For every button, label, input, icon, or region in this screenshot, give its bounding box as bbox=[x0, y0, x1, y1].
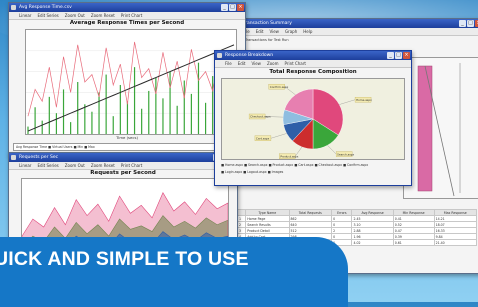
toolbar-item[interactable]: Zoom Reset bbox=[91, 162, 115, 169]
toolbar-item[interactable]: Print Chart bbox=[121, 162, 142, 169]
pie-plot: Home.aspx Search.aspx Product.aspx Cart.asp… bbox=[221, 78, 405, 160]
close-icon[interactable]: × bbox=[237, 4, 244, 11]
response-breakdown-titlebar[interactable]: Response Breakdown _ □ × bbox=[215, 51, 411, 60]
menu-item[interactable]: Help bbox=[303, 28, 312, 35]
requests-title: Requests per Sec bbox=[19, 155, 59, 160]
toolbar-item[interactable]: Print Chart bbox=[121, 12, 142, 19]
avg-response-chart-title: Average Response Times per Second bbox=[69, 20, 185, 26]
minimize-icon[interactable]: _ bbox=[221, 4, 228, 11]
requests-chart-title: Requests per Second bbox=[90, 170, 156, 176]
toolbar-item[interactable]: Zoom Reset bbox=[91, 12, 115, 19]
requests-titlebar[interactable]: Requests per Sec _□× bbox=[9, 153, 237, 162]
pie-chart-svg: Home.aspx Search.aspx Product.aspx Cart.asp… bbox=[248, 83, 372, 159]
toolbar-item[interactable]: Linear bbox=[19, 12, 31, 19]
menu-item[interactable]: Zoom bbox=[267, 60, 279, 67]
avg-response-toolbar: Linear Edit Series Zoom Out Zoom Reset P… bbox=[9, 12, 245, 20]
avg-response-titlebar[interactable]: Avg Response Time.csv _ □ × bbox=[9, 3, 245, 12]
slice-label: Cart.aspx bbox=[256, 136, 270, 140]
avg-response-plot bbox=[25, 29, 237, 135]
pie-chart-title: Total Response Composition bbox=[269, 69, 357, 75]
transaction-menu: File Edit View Graph Help bbox=[233, 28, 478, 36]
toolbar-item[interactable]: Edit Series bbox=[37, 12, 58, 19]
menu-item[interactable]: View bbox=[251, 60, 261, 67]
table-cell: 21.40 bbox=[433, 239, 478, 246]
avg-response-window[interactable]: Avg Response Time.csv _ □ × Linear Edit Se… bbox=[8, 2, 246, 156]
toolbar-item[interactable]: Zoom Out bbox=[65, 162, 85, 169]
minimize-icon[interactable]: _ bbox=[459, 20, 466, 27]
avg-response-legend: Avg Response Time ■ Virtual Users ■ Min … bbox=[13, 143, 241, 151]
app-icon bbox=[11, 155, 16, 160]
table-cell: 0.61 bbox=[392, 239, 435, 246]
callout-line bbox=[270, 133, 287, 139]
chart-bar bbox=[417, 65, 433, 192]
callout-line bbox=[327, 145, 337, 155]
app-icon bbox=[217, 53, 222, 58]
callout-line bbox=[339, 99, 356, 105]
slice-label: Confirm.aspx bbox=[270, 85, 289, 89]
menu-item[interactable]: Edit bbox=[238, 60, 246, 67]
toolbar-item[interactable]: Zoom Out bbox=[65, 12, 85, 19]
menu-item[interactable]: File bbox=[225, 60, 232, 67]
transaction-titlebar[interactable]: Transaction Summary _□× bbox=[233, 19, 478, 28]
slice-label: Product.aspx bbox=[280, 154, 298, 158]
minimize-icon[interactable]: _ bbox=[387, 52, 394, 59]
maximize-icon[interactable]: □ bbox=[395, 52, 402, 59]
response-breakdown-menu: File Edit View Zoom Print Chart bbox=[215, 60, 411, 68]
avg-response-xlabel: Time (secs) bbox=[116, 135, 138, 140]
table-cell: 4.02 bbox=[351, 239, 394, 246]
banner-text: UICK AND SIMPLE TO USE bbox=[0, 248, 249, 270]
menu-item[interactable]: View bbox=[269, 28, 279, 35]
transaction-bar-chart bbox=[403, 57, 478, 199]
menu-item[interactable]: Edit bbox=[256, 28, 264, 35]
avg-response-title: Avg Response Time.csv bbox=[19, 5, 72, 10]
response-breakdown-title: Response Breakdown bbox=[225, 53, 274, 58]
series-line bbox=[27, 41, 235, 117]
transaction-title: Transaction Summary bbox=[243, 21, 292, 26]
maximize-icon[interactable]: □ bbox=[467, 20, 474, 27]
menu-item[interactable]: Graph bbox=[285, 28, 297, 35]
menu-item[interactable]: Print Chart bbox=[284, 60, 305, 67]
response-breakdown-window[interactable]: Response Breakdown _ □ × File Edit View Zo… bbox=[214, 50, 412, 186]
requests-toolbar: Linear Edit Series Zoom Out Zoom Reset P… bbox=[9, 162, 237, 170]
slice-label: Home.aspx bbox=[356, 98, 372, 102]
maximize-icon[interactable]: □ bbox=[229, 4, 236, 11]
close-icon[interactable]: × bbox=[403, 52, 410, 59]
app-icon bbox=[11, 5, 16, 10]
toolbar-item[interactable]: Edit Series bbox=[37, 162, 58, 169]
pie-legend-line1: ■ Home.aspx ■ Search.aspx ■ Product.aspx… bbox=[221, 163, 369, 167]
line-chart-svg bbox=[26, 41, 236, 134]
slice-label: Search.aspx bbox=[337, 152, 354, 156]
pie-legend-line2: ■ Login.aspx ■ Logout.aspx ■ Images bbox=[221, 170, 284, 174]
bar-chart-svg bbox=[417, 63, 461, 197]
slice-label: Checkout.aspx bbox=[250, 115, 271, 119]
toolbar-item[interactable]: Linear bbox=[19, 162, 31, 169]
